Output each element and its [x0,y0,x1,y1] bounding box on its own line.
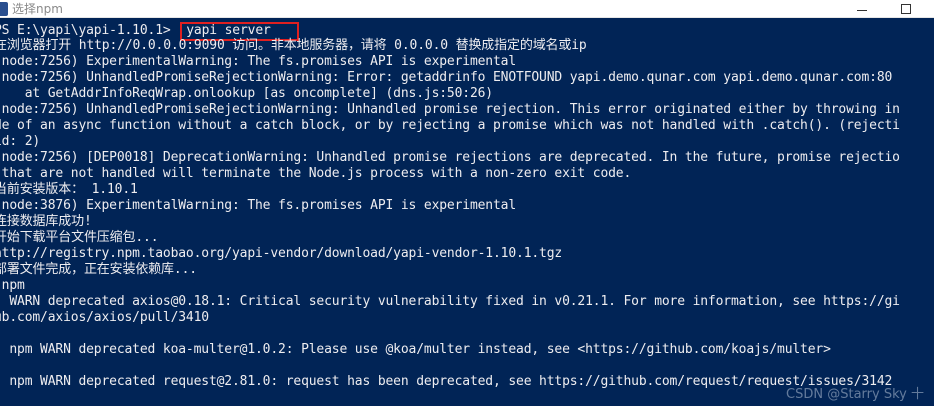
terminal-lines: PS E:\yapi\yapi-1.10.1> yapi server 在浏览器… [0,22,934,390]
output-line: at GetAddrInfoReqWrap.onlookup [as oncom… [0,86,493,101]
maximize-icon [901,4,911,14]
output-line: 当前安装版本： 1.10.1 [0,182,138,197]
prompt-path: PS E:\yapi\yapi-1.10.1> [0,23,179,38]
output-line: 连接数据库成功! [0,214,92,229]
output-line: 在浏览器打开 http://0.0.0.0:9090 访问。非本地服务器，请将 … [0,38,587,53]
window-title: 选择npm [12,2,63,16]
output-line: (node:7256) UnhandledPromiseRejectionWar… [0,70,893,85]
csdn-watermark: CSDN @Starry Sky 十 [786,387,924,402]
output-line: (node:3876) ExperimentalWarning: The fs.… [0,198,517,213]
maximize-button[interactable] [892,0,920,18]
output-line: de of an async function without a catch … [0,118,900,133]
output-line: WARN deprecated axios@0.18.1: Critical s… [0,294,900,309]
terminal-output[interactable]: PS E:\yapi\yapi-1.10.1> yapi server 在浏览器… [0,19,934,406]
output-line: (node:7256) UnhandledPromiseRejectionWar… [0,102,900,117]
output-line: http://registry.npm.taobao.org/yapi-vend… [0,246,563,261]
output-line: id: 2) [0,134,41,149]
minimize-button[interactable] [848,0,876,18]
prompt-line: PS E:\yapi\yapi-1.10.1> yapi server [0,22,934,41]
output-line: (node:7256) [DEP0018] DeprecationWarning… [0,150,900,165]
window-titlebar: 选择npm [0,0,934,18]
output-line: npm [1,278,25,293]
output-line: 开始下载平台文件压缩包... [0,230,159,245]
output-line: 部署文件完成，正在安装依赖库... [0,262,197,277]
output-line: ub.com/axios/axios/pull/3410 [0,310,209,325]
output-line: that are not handled will terminate the … [0,166,632,181]
output-line: (node:7256) ExperimentalWarning: The fs.… [0,54,517,69]
minimize-icon [857,9,867,11]
output-line: npm WARN deprecated koa-multer@1.0.2: Pl… [0,342,831,357]
powershell-icon [0,2,8,16]
